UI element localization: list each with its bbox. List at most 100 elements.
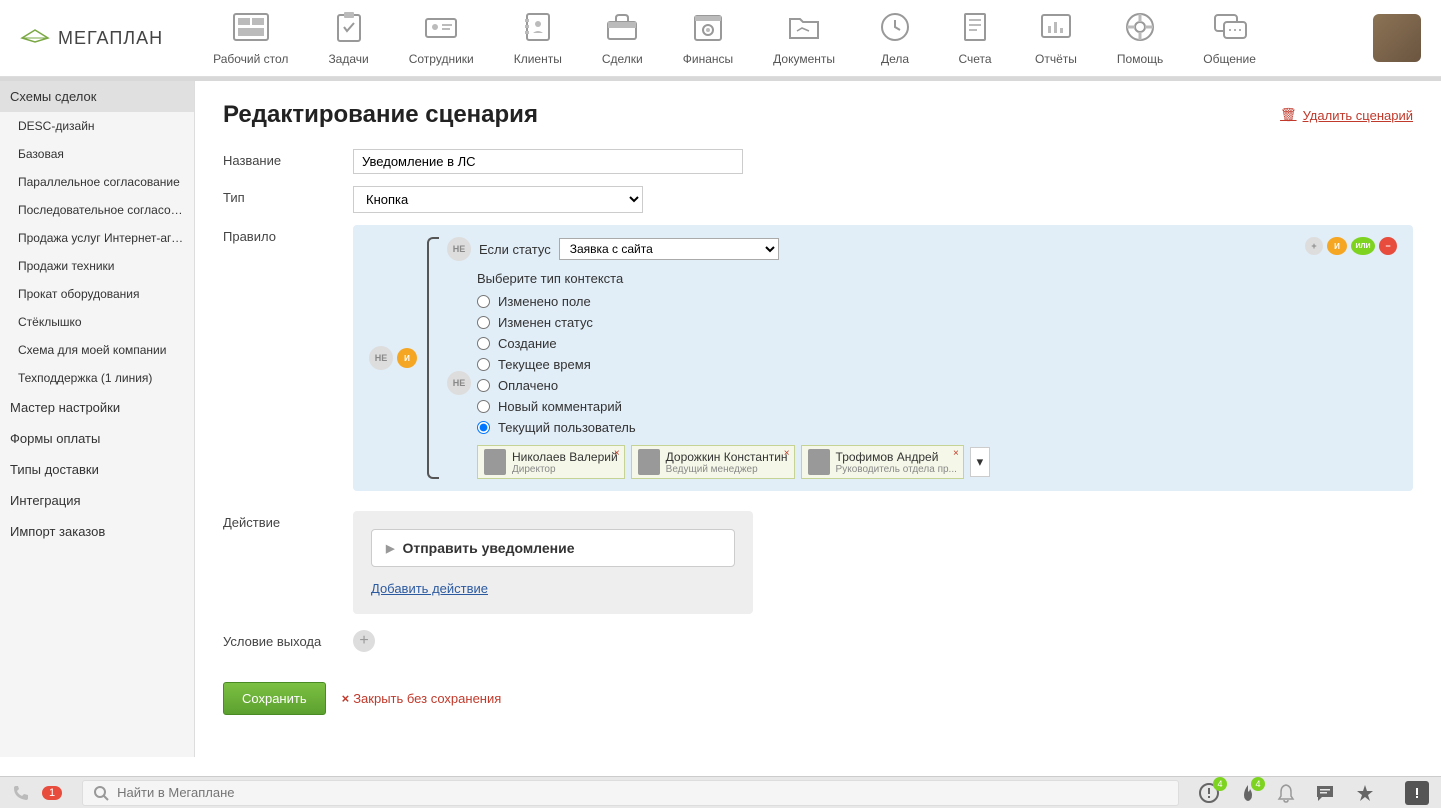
nav-desktop[interactable]: Рабочий стол (193, 10, 308, 66)
user-avatar-icon (638, 449, 660, 475)
context-radio-current-user[interactable] (477, 421, 490, 434)
page-title: Редактирование сценария (223, 101, 538, 129)
context-radio-paid[interactable] (477, 379, 490, 392)
logo-icon (20, 28, 50, 48)
sidebar-section-schemes[interactable]: Схемы сделок (0, 81, 194, 112)
delete-scenario-link[interactable]: 🗑 Удалить сценарий (1280, 107, 1413, 123)
type-select[interactable]: Кнопка (353, 186, 643, 213)
context-radio-current-time[interactable] (477, 358, 490, 371)
remove-user-icon[interactable]: × (784, 448, 790, 459)
chat-icon (1210, 10, 1250, 44)
message-icon[interactable] (1315, 784, 1335, 802)
user-chip[interactable]: Трофимов Андрей Руководитель отдела пр..… (801, 445, 964, 479)
reports-icon (1036, 10, 1076, 44)
sidebar-sub-item[interactable]: Стёклышко (0, 308, 194, 336)
action-box: ▶ Отправить уведомление Добавить действи… (353, 511, 753, 614)
or-pill[interactable]: ИЛИ (1351, 237, 1375, 255)
nav-deals[interactable]: Сделки (582, 10, 663, 66)
status-select[interactable]: Заявка с сайта (559, 238, 779, 260)
sidebar-section-delivery[interactable]: Типы доставки (0, 454, 194, 485)
type-label: Тип (223, 186, 353, 205)
user-chip[interactable]: Дорожкин Константин Ведущий менеджер × (631, 445, 795, 479)
invoices-icon (955, 10, 995, 44)
nav-invoices[interactable]: Счета (935, 10, 1015, 66)
add-action-link[interactable]: Добавить действие (371, 581, 488, 596)
phone-badge[interactable]: 1 (42, 786, 62, 800)
row-rule: Правило + И ИЛИ − НЕ И (223, 225, 1413, 491)
bell-icon[interactable] (1277, 783, 1295, 803)
footer: 1 4 4 (0, 776, 1441, 808)
nav-chat[interactable]: Общение (1183, 10, 1276, 66)
ne-badge[interactable]: НЕ (447, 371, 471, 395)
save-button[interactable]: Сохранить (223, 682, 326, 715)
sidebar-sub-item[interactable]: Прокат оборудования (0, 280, 194, 308)
sidebar-sub-item[interactable]: Последовательное согласов... (0, 196, 194, 224)
header: МЕГАПЛАН Рабочий стол Задачи Сотрудники … (0, 0, 1441, 77)
employees-icon (421, 10, 461, 44)
and-pill[interactable]: И (1327, 237, 1347, 255)
ne-badge[interactable]: НЕ (369, 346, 393, 370)
search-input[interactable] (117, 785, 1168, 800)
user-chip[interactable]: Николаев Валерий Директор × (477, 445, 625, 479)
context-radio-field-changed[interactable] (477, 295, 490, 308)
status-rule: НЕ Если статус Заявка с сайта (447, 237, 1397, 261)
remove-rule-button[interactable]: − (1379, 237, 1397, 255)
sidebar-sub-item[interactable]: Продажа услуг Интернет-аге... (0, 224, 194, 252)
row-type: Тип Кнопка (223, 186, 1413, 213)
star-icon[interactable] (1355, 783, 1375, 803)
nav-affairs[interactable]: Дела (855, 10, 935, 66)
sidebar-sub-item[interactable]: Схема для моей компании (0, 336, 194, 364)
add-exit-condition-button[interactable]: + (353, 630, 375, 652)
sidebar-sub-item[interactable]: Продажи техники (0, 252, 194, 280)
fire-icon[interactable]: 4 (1239, 783, 1257, 803)
remove-user-icon[interactable]: × (953, 448, 959, 459)
and-badge[interactable]: И (397, 348, 417, 368)
rule-controls: + И ИЛИ − (1305, 237, 1397, 255)
main-nav: Рабочий стол Задачи Сотрудники Клиенты С… (193, 10, 1373, 66)
name-input[interactable] (353, 149, 743, 174)
finance-icon (688, 10, 728, 44)
footer-search[interactable] (82, 780, 1179, 806)
nav-reports[interactable]: Отчёты (1015, 10, 1097, 66)
alert-square-icon[interactable] (1405, 781, 1429, 805)
cancel-button[interactable]: × Закрыть без сохранения (342, 691, 502, 706)
nav-help[interactable]: Помощь (1097, 10, 1183, 66)
nav-clients[interactable]: Клиенты (494, 10, 582, 66)
nav-documents[interactable]: Документы (753, 10, 855, 66)
action-item[interactable]: ▶ Отправить уведомление (371, 529, 735, 567)
footer-icons: 4 4 (1199, 781, 1429, 805)
logo-text: МЕГАПЛАН (58, 28, 163, 49)
sidebar-section-wizard[interactable]: Мастер настройки (0, 392, 194, 423)
context-radio-creation[interactable] (477, 337, 490, 350)
sidebar-sub-item[interactable]: Базовая (0, 140, 194, 168)
sidebar-section-integration[interactable]: Интеграция (0, 485, 194, 516)
buttons-row: Сохранить × Закрыть без сохранения (223, 682, 1413, 715)
sidebar-sub-item[interactable]: Параллельное согласование (0, 168, 194, 196)
row-action: Действие ▶ Отправить уведомление Добавит… (223, 511, 1413, 614)
user-dropdown-button[interactable]: ▾ (970, 447, 990, 477)
trash-icon: 🗑 (1280, 107, 1297, 123)
context-radio-status-changed[interactable] (477, 316, 490, 329)
alert-circle-icon[interactable]: 4 (1199, 783, 1219, 803)
sidebar: Схемы сделок DESC-дизайн Базовая Паралле… (0, 81, 195, 757)
sidebar-sub-item[interactable]: Техподдержка (1 линия) (0, 364, 194, 392)
sidebar-section-payment[interactable]: Формы оплаты (0, 423, 194, 454)
ne-badge[interactable]: НЕ (447, 237, 471, 261)
nav-tasks[interactable]: Задачи (308, 10, 388, 66)
nav-finance[interactable]: Финансы (663, 10, 753, 66)
logo[interactable]: МЕГАПЛАН (20, 28, 163, 49)
add-rule-button[interactable]: + (1305, 237, 1323, 255)
sidebar-sub-item[interactable]: DESC-дизайн (0, 112, 194, 140)
nav-employees[interactable]: Сотрудники (389, 10, 494, 66)
remove-user-icon[interactable]: × (614, 448, 620, 459)
sidebar-section-import[interactable]: Импорт заказов (0, 516, 194, 547)
notif-badge: 4 (1213, 777, 1227, 791)
notif-badge: 4 (1251, 777, 1265, 791)
user-chips: Николаев Валерий Директор × (477, 445, 1397, 479)
clock-icon (875, 10, 915, 44)
user-avatar-icon (484, 449, 506, 475)
user-avatar[interactable] (1373, 14, 1421, 62)
context-radio-new-comment[interactable] (477, 400, 490, 413)
phone-icon[interactable] (12, 784, 30, 802)
status-label: Если статус (479, 242, 551, 257)
